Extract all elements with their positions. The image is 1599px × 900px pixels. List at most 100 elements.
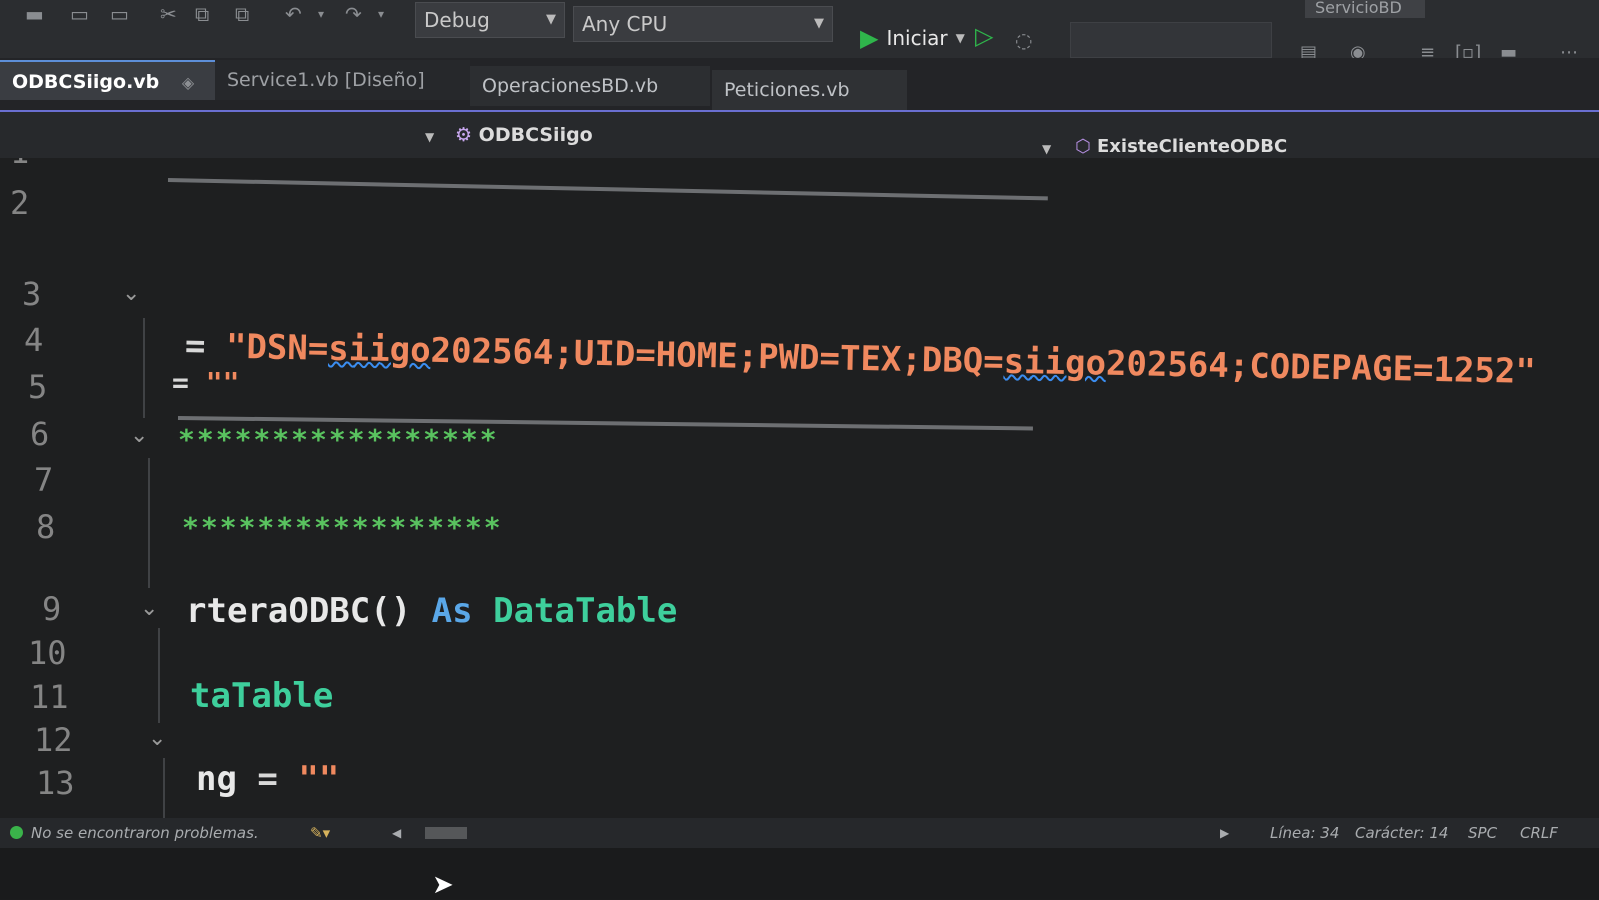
- toolbar: ▬ ▭ ▭ ✂ ⧉ ⧉ ↶ ▾ ↷ ▾ Debug ▼ Any CPU ▼ ▶ …: [0, 0, 1599, 63]
- string-literal: 202564;UID=HOME;PWD=TEX;DBQ=: [430, 330, 1005, 382]
- tab-label: Service1.vb [Diseño]: [227, 69, 425, 91]
- problems-text: No se encontraron problemas.: [31, 824, 259, 842]
- fold-chevron-icon[interactable]: ⌄: [140, 596, 158, 621]
- tab-label: OperacionesBD.vb: [482, 75, 659, 97]
- start-label: Iniciar: [886, 26, 948, 50]
- tab-odbcsiigo[interactable]: ODBCSiigo.vb ◈ ✕: [0, 60, 215, 134]
- horizontal-scrollbar[interactable]: [425, 827, 467, 839]
- class-icon: ⚙: [455, 124, 473, 146]
- chevron-down-icon: ▼: [425, 130, 435, 144]
- platform-select[interactable]: Any CPU ▼: [573, 6, 833, 42]
- string-literal: 202564;CODEPAGE=1252": [1105, 343, 1537, 392]
- open-folder-icon[interactable]: ▬: [25, 2, 44, 26]
- indent-guide: [163, 758, 165, 818]
- undo-icon[interactable]: ↶: [285, 2, 302, 26]
- code-cleanup-icon[interactable]: ✎▾: [310, 818, 330, 848]
- hot-reload-icon[interactable]: ◌: [1015, 28, 1032, 52]
- play-icon: ▶: [860, 24, 879, 52]
- chevron-down-icon: ▼: [1042, 142, 1052, 156]
- service-badge: ServicioBD: [1305, 0, 1425, 18]
- line-indicator[interactable]: Línea: 34: [1270, 818, 1339, 848]
- tab-label: Peticiones.vb: [724, 79, 850, 101]
- redo-icon[interactable]: ↷: [345, 2, 362, 26]
- chevron-down-icon: ▼: [814, 16, 824, 31]
- chevron-down-icon[interactable]: ▼: [956, 31, 965, 45]
- line-number: 6: [30, 415, 50, 453]
- spelling-warning[interactable]: siigo: [328, 329, 431, 371]
- line-number: 10: [28, 634, 67, 672]
- operator: =: [172, 366, 206, 399]
- string-literal: "": [205, 366, 240, 399]
- line-number: 4: [24, 321, 44, 359]
- line-number: 1: [10, 158, 70, 171]
- operator: =: [184, 326, 227, 367]
- chevron-down-icon: ▼: [546, 12, 556, 27]
- comment-line-8: *****************: [182, 511, 503, 544]
- line-number: 5: [28, 368, 48, 406]
- cut-icon[interactable]: ✂: [160, 2, 177, 26]
- line-number: 11: [30, 678, 69, 716]
- identifier: ng: [196, 759, 237, 799]
- target-select[interactable]: [1070, 22, 1272, 58]
- navigation-bar: ▼ ⚙ ODBCSiigo ▼ ⬡ ExisteClienteODBC: [0, 110, 1599, 160]
- string-literal: "": [298, 759, 340, 799]
- line-number: 2: [10, 184, 30, 222]
- comment-line-6: *****************: [178, 423, 499, 456]
- line-number: 13: [36, 764, 75, 802]
- check-circle-icon: [10, 826, 23, 839]
- redo-dropdown-icon[interactable]: ▾: [378, 2, 384, 26]
- line-number: 7: [34, 461, 54, 499]
- indent-guide: [143, 318, 145, 418]
- line-number: 9: [42, 590, 62, 628]
- start-button[interactable]: ▶ Iniciar ▼: [860, 20, 965, 56]
- scroll-left-icon[interactable]: ◀: [392, 818, 401, 848]
- configuration-select[interactable]: Debug ▼: [415, 2, 565, 38]
- mouse-pointer-icon: ➤: [432, 870, 454, 900]
- whitespace-indicator[interactable]: SPC: [1468, 818, 1497, 848]
- copy-icon[interactable]: ⧉: [195, 2, 209, 26]
- code-line-5: = "": [172, 366, 239, 399]
- fold-chevron-icon[interactable]: ⌄: [122, 281, 140, 306]
- window-bottom: [0, 848, 1599, 899]
- scroll-right-icon[interactable]: ▶: [1220, 818, 1229, 848]
- fold-chevron-icon[interactable]: ⌄: [148, 726, 166, 751]
- code-line-11: taTable: [190, 676, 334, 716]
- code-editor[interactable]: 1 2 3 4 5 6 7 8 9 10 11 12 13 ⌄ ⌄ ⌄ ⌄ = …: [0, 158, 1599, 818]
- line-number: 12: [34, 721, 73, 759]
- tab-operacionesbd[interactable]: OperacionesBD.vb: [470, 66, 710, 106]
- start-without-debugging-icon[interactable]: ▷: [975, 22, 993, 50]
- code-line-4: = "DSN=siigo202564;UID=HOME;PWD=TEX;DBQ=…: [185, 326, 1537, 392]
- problems-indicator[interactable]: No se encontraron problemas.: [10, 818, 259, 848]
- pin-icon[interactable]: ◈: [182, 73, 194, 92]
- indent-guide: [148, 458, 150, 588]
- member-name: ExisteClienteODBC: [1097, 136, 1288, 157]
- line-number: 3: [22, 275, 42, 313]
- project-dropdown[interactable]: ▼: [425, 112, 434, 158]
- code-line-13: ng = "": [196, 759, 339, 799]
- class-dropdown[interactable]: ⚙ ODBCSiigo: [455, 112, 593, 158]
- line-ending-indicator[interactable]: CRLF: [1520, 818, 1558, 848]
- character-indicator[interactable]: Carácter: 14: [1355, 818, 1448, 848]
- class-name: ODBCSiigo: [478, 124, 593, 146]
- method-icon: ⬡: [1075, 136, 1091, 157]
- keyword: As: [431, 591, 473, 631]
- tab-peticiones[interactable]: Peticiones.vb: [712, 70, 907, 110]
- procedure-separator: [167, 178, 1048, 201]
- configuration-value: Debug: [424, 8, 490, 32]
- tab-service1-design[interactable]: Service1.vb [Diseño]: [215, 60, 470, 100]
- save-all-icon[interactable]: ▭: [110, 2, 129, 26]
- operator: =: [236, 759, 299, 799]
- save-icon[interactable]: ▭: [70, 2, 89, 26]
- type-name: DataTable: [493, 591, 678, 631]
- undo-dropdown-icon[interactable]: ▾: [318, 2, 324, 26]
- code-line-9: rteraODBC() As DataTable: [186, 591, 677, 631]
- tab-label: ODBCSiigo.vb: [12, 71, 160, 93]
- function-name: rteraODBC(): [186, 591, 412, 631]
- platform-value: Any CPU: [582, 12, 668, 36]
- indent-guide: [158, 628, 160, 723]
- paste-icon[interactable]: ⧉: [235, 2, 249, 26]
- document-tabs: ODBCSiigo.vb ◈ ✕ Service1.vb [Diseño] Op…: [0, 58, 1599, 134]
- fold-chevron-icon[interactable]: ⌄: [130, 423, 148, 448]
- spelling-warning[interactable]: siigo: [1003, 342, 1106, 384]
- string-literal: "DSN=: [225, 326, 329, 369]
